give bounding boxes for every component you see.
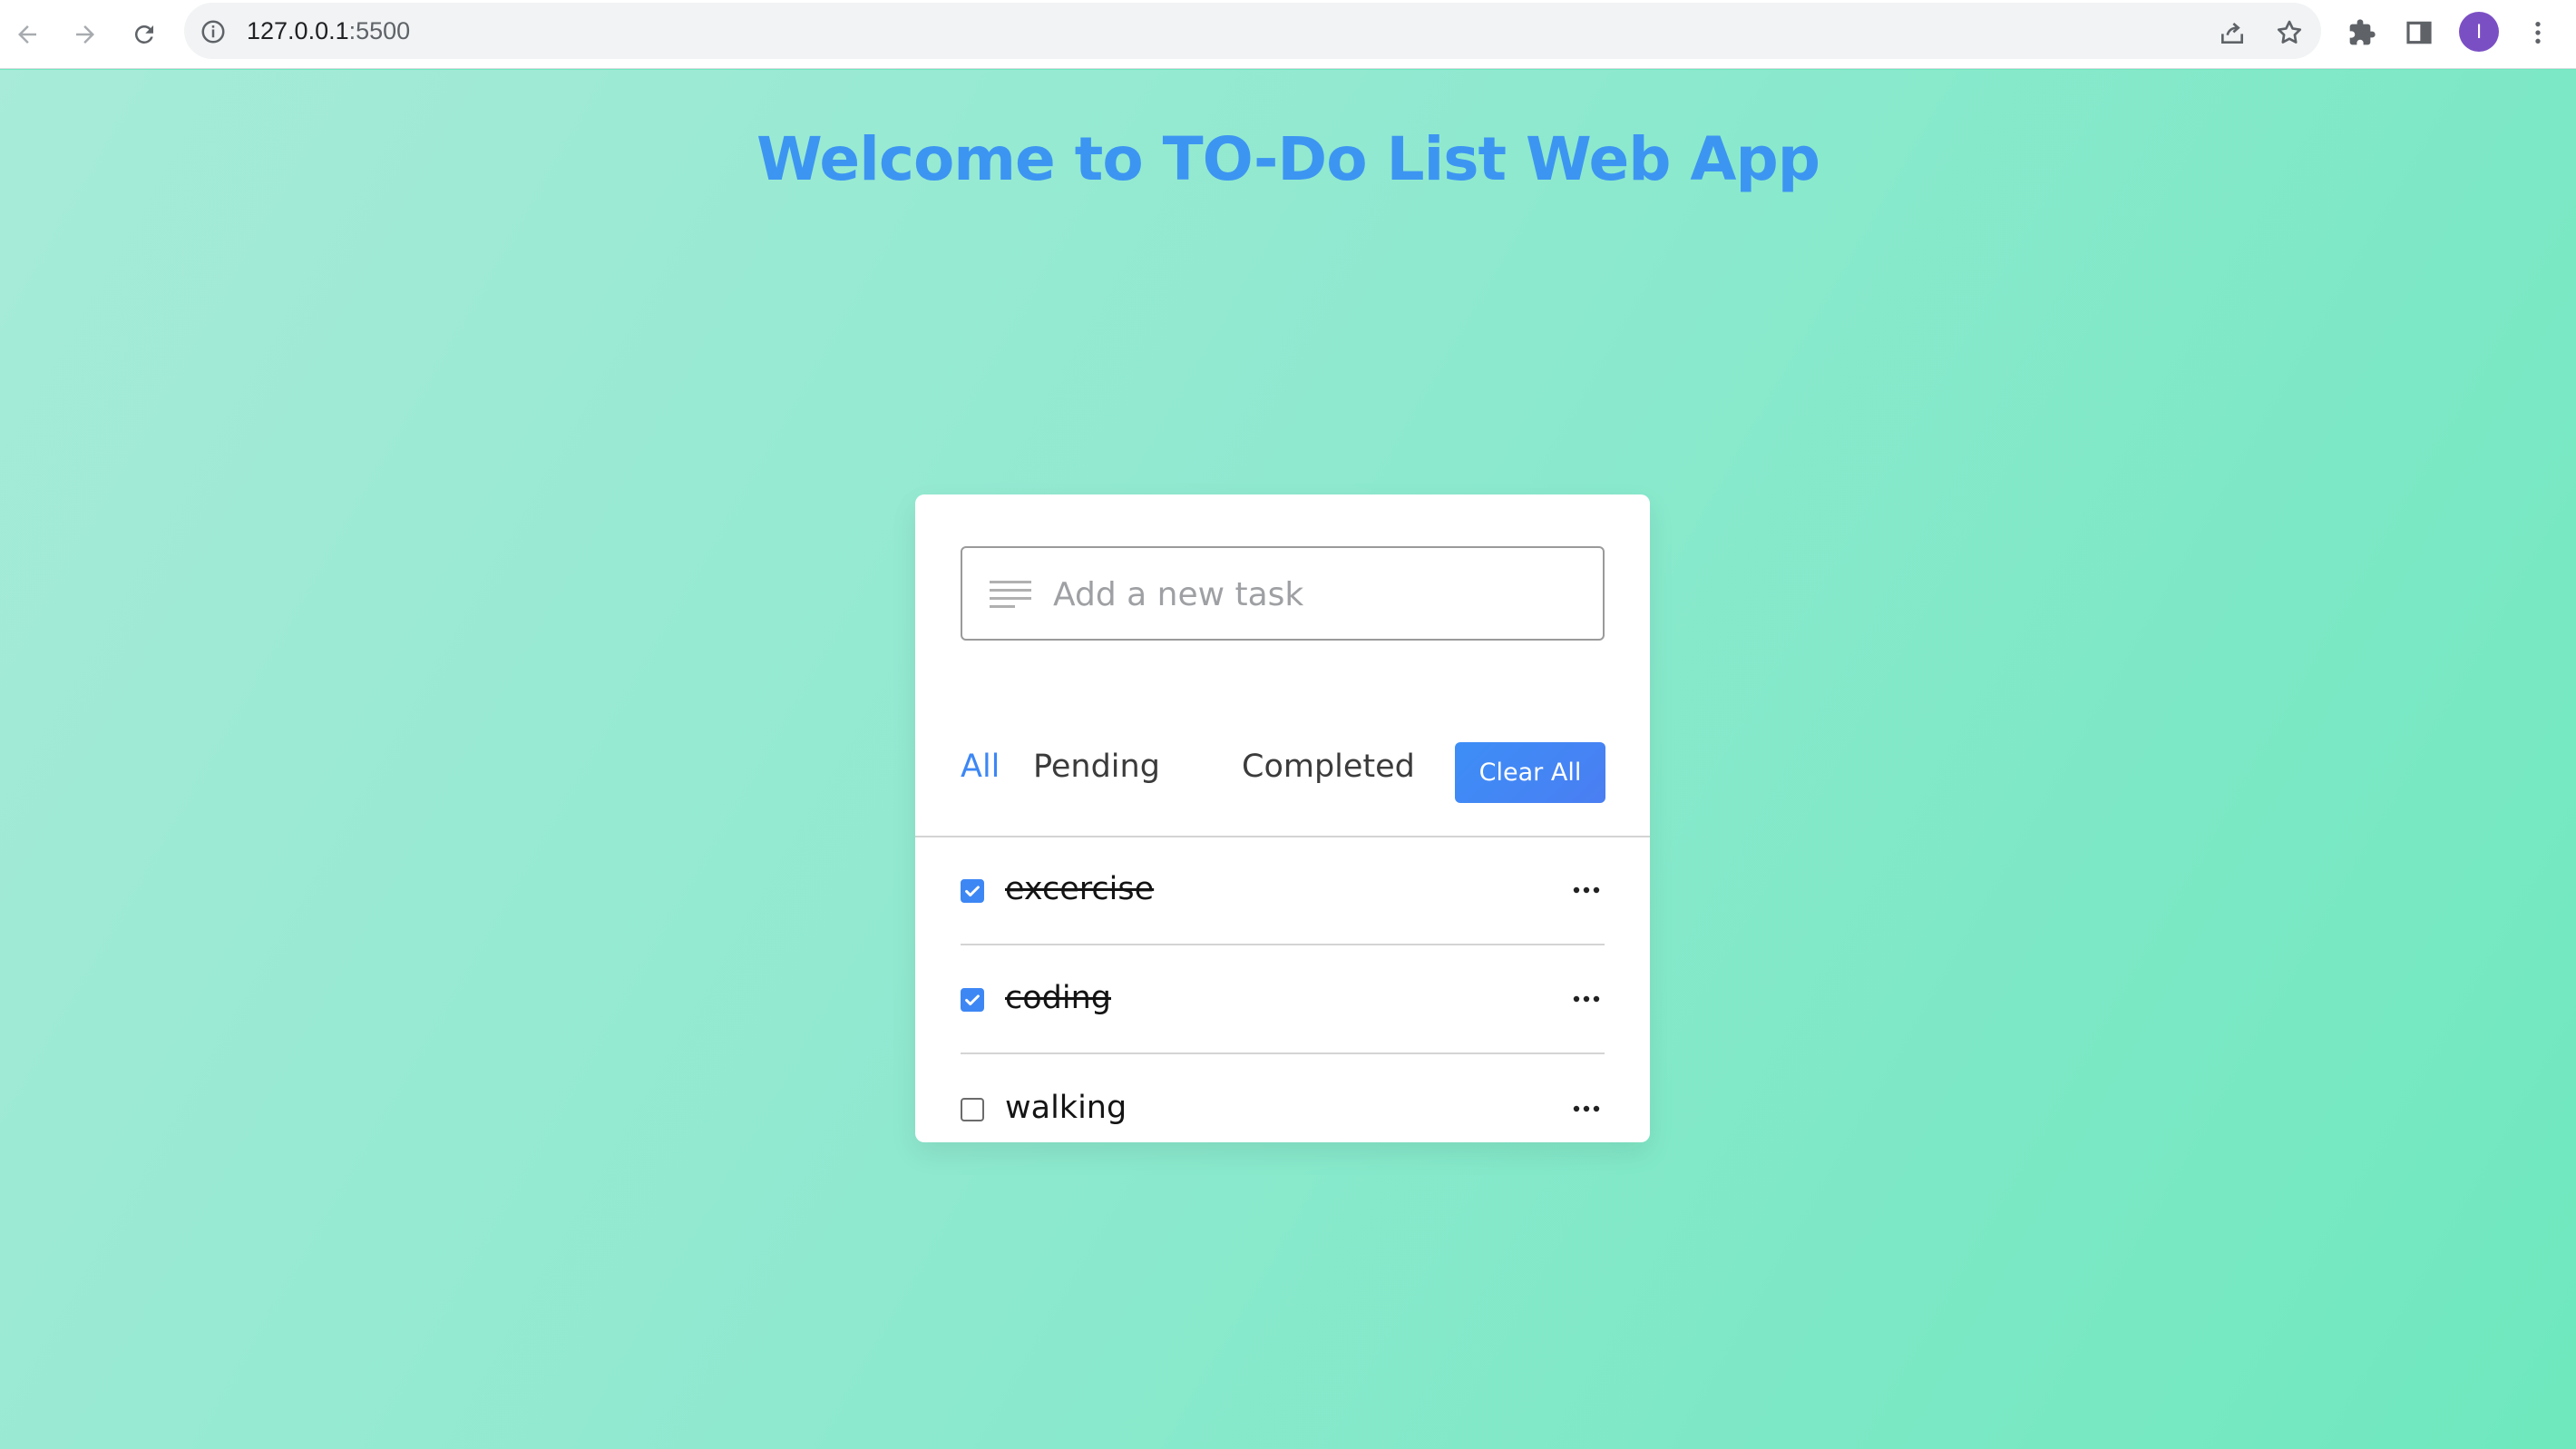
reload-icon xyxy=(134,24,153,44)
extensions-icon xyxy=(2349,19,2376,45)
info-icon[interactable] xyxy=(200,18,227,45)
back-arrow-icon xyxy=(18,25,36,44)
url-host: 127.0.0.1 xyxy=(247,17,349,44)
side-panel-icon xyxy=(2406,21,2432,44)
kebab-menu-icon xyxy=(2535,22,2541,44)
more-dots-icon xyxy=(1573,995,1600,1003)
back-button[interactable] xyxy=(5,13,49,56)
address-bar[interactable] xyxy=(184,3,2321,59)
task-item: walking xyxy=(961,1055,1605,1164)
task-input-wrapper[interactable] xyxy=(961,546,1605,641)
filter-pending[interactable]: Pending xyxy=(1033,749,1160,785)
task-options-button[interactable] xyxy=(1568,876,1605,904)
more-dots-icon xyxy=(1573,886,1600,894)
forward-button[interactable] xyxy=(63,13,107,56)
task-label: walking xyxy=(1005,1090,1127,1126)
reload-button[interactable] xyxy=(122,13,166,56)
task-checkbox[interactable] xyxy=(961,879,984,903)
clear-all-button[interactable]: Clear All xyxy=(1455,742,1605,803)
task-checkbox[interactable] xyxy=(961,1098,984,1121)
task-label: coding xyxy=(1005,980,1111,1016)
share-button[interactable] xyxy=(2214,15,2250,51)
bookmark-button[interactable] xyxy=(2271,15,2308,51)
task-item: coding xyxy=(961,945,1605,1054)
task-options-button[interactable] xyxy=(1568,1095,1605,1122)
task-item: excercise xyxy=(961,837,1605,945)
page-content: Welcome to TO-Do List Web App All Pendin… xyxy=(0,70,2576,1449)
browser-toolbar: 127.0.0.1:5500 I xyxy=(0,0,2576,69)
url-port: :5500 xyxy=(348,17,411,44)
extensions-button[interactable] xyxy=(2344,15,2380,51)
browser-menu-button[interactable] xyxy=(2520,15,2556,51)
text-lines-icon xyxy=(990,581,1031,608)
todo-card: All Pending Completed Clear All excercis… xyxy=(915,494,1650,1142)
profile-avatar[interactable]: I xyxy=(2459,12,2499,52)
check-icon xyxy=(965,994,980,1006)
more-dots-icon xyxy=(1573,1105,1600,1112)
task-separator xyxy=(961,1052,1605,1054)
filter-completed[interactable]: Completed xyxy=(1242,749,1415,785)
task-options-button[interactable] xyxy=(1568,985,1605,1013)
check-icon xyxy=(965,886,980,897)
star-icon xyxy=(2277,20,2302,44)
task-checkbox[interactable] xyxy=(961,988,984,1012)
page-title: Welcome to TO-Do List Web App xyxy=(756,124,1820,194)
url-text[interactable]: 127.0.0.1:5500 xyxy=(247,15,410,47)
forward-arrow-icon xyxy=(76,25,94,44)
task-label: excercise xyxy=(1005,871,1155,907)
task-input[interactable] xyxy=(1053,564,1588,624)
share-icon xyxy=(2221,22,2243,44)
side-panel-button[interactable] xyxy=(2401,15,2437,51)
filter-all[interactable]: All xyxy=(961,749,1000,785)
